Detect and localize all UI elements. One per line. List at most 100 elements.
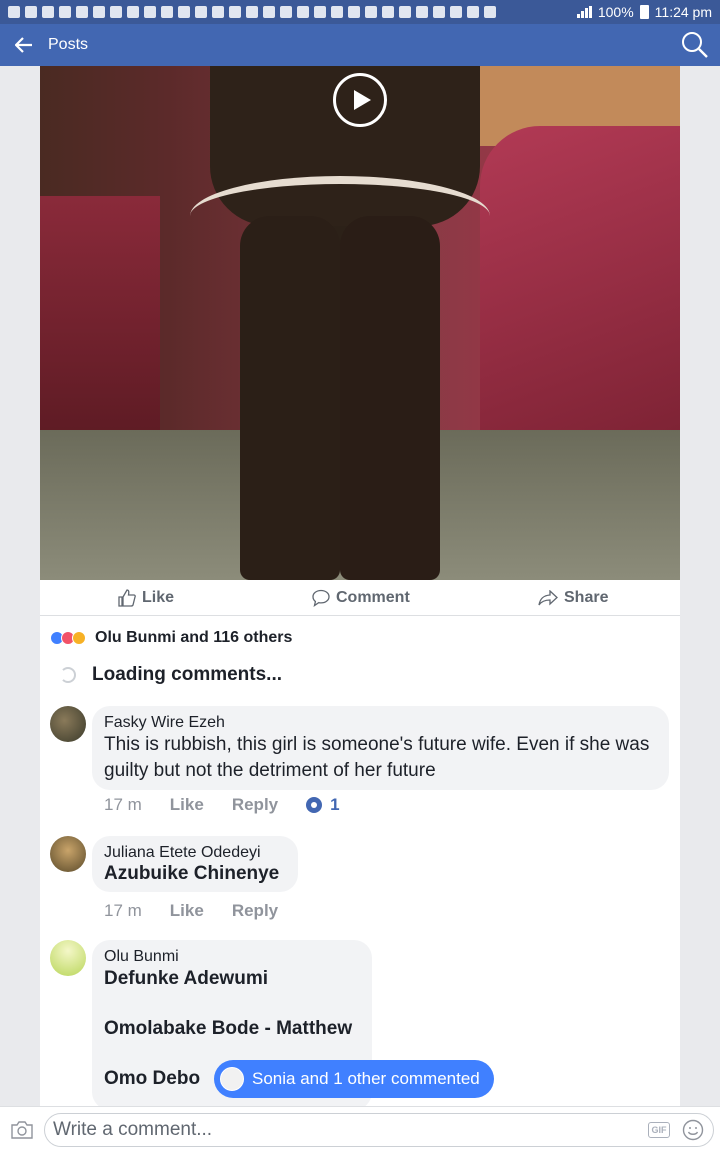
comment-author[interactable]: Fasky Wire Ezeh — [104, 714, 657, 732]
notification-icon — [144, 6, 156, 18]
status-bar: 100% 11:24 pm — [0, 0, 720, 24]
comment-bubble: Juliana Etete Odedeyi Azubuike Chinenye — [92, 836, 298, 892]
app-bar: Posts — [0, 24, 720, 66]
loading-text: Loading comments... — [92, 664, 283, 685]
camera-icon — [11, 1120, 33, 1139]
comment-author[interactable]: Olu Bunmi — [104, 948, 360, 966]
comment-reply-link[interactable]: Reply — [232, 795, 278, 815]
pill-text: Sonia and 1 other commented — [252, 1069, 480, 1088]
clock: 11:24 pm — [654, 4, 712, 20]
thumbs-up-icon — [118, 589, 136, 607]
comment-like-link[interactable]: Like — [170, 901, 204, 921]
search-icon — [682, 32, 708, 58]
comment-tag[interactable]: Omolabake Bode - Matthew — [104, 1016, 360, 1042]
comment-tag[interactable]: Azubuike Chinenye — [104, 862, 286, 886]
avatar[interactable] — [50, 706, 86, 742]
comment-author[interactable]: Juliana Etete Odedeyi — [104, 844, 286, 862]
comment-label: Comment — [336, 589, 410, 606]
loading-spinner-icon — [60, 667, 76, 683]
notification-icon — [331, 6, 343, 18]
notification-icon — [161, 6, 173, 18]
notification-icon — [280, 6, 292, 18]
comment-meta: 17 m Like Reply 1 — [104, 795, 340, 815]
notification-icon — [178, 6, 190, 18]
reactions-text: Olu Bunmi and 116 others — [95, 629, 293, 646]
comment-icon — [312, 589, 330, 607]
video-figure — [340, 216, 440, 580]
sad-reaction-icon — [72, 631, 86, 645]
battery-icon — [639, 5, 649, 19]
notification-icon — [76, 6, 88, 18]
comment-time: 17 m — [104, 795, 142, 814]
comment-item: Fasky Wire Ezeh This is rubbish, this gi… — [50, 706, 670, 816]
emoji-button[interactable] — [682, 1119, 704, 1141]
notification-icon — [195, 6, 207, 18]
notification-icon — [416, 6, 428, 18]
comment-bubble: Fasky Wire Ezeh This is rubbish, this gi… — [92, 706, 669, 790]
like-button[interactable]: Like — [118, 580, 174, 616]
new-comments-pill[interactable]: Sonia and 1 other commented — [214, 1060, 494, 1098]
comment-tag[interactable]: Defunke Adewumi — [104, 966, 360, 992]
comment-like-link[interactable]: Like — [170, 795, 204, 815]
notification-icon — [365, 6, 377, 18]
notification-icon — [433, 6, 445, 18]
notification-icon — [484, 6, 496, 18]
notification-icon — [59, 6, 71, 18]
share-button[interactable]: Share — [538, 580, 608, 616]
notification-icon — [297, 6, 309, 18]
notification-icon — [229, 6, 241, 18]
notification-icon — [348, 6, 360, 18]
comment-button[interactable]: Comment — [312, 580, 410, 616]
comment-meta: 17 m Like Reply — [104, 901, 306, 921]
share-icon — [538, 590, 558, 606]
gif-button[interactable]: GIF — [648, 1122, 670, 1138]
page-title: Posts — [48, 36, 89, 53]
notification-icon — [314, 6, 326, 18]
play-icon — [354, 90, 371, 110]
back-button[interactable] — [0, 24, 48, 66]
post-actions: Like Comment Share — [40, 580, 680, 616]
comment-input[interactable] — [44, 1113, 714, 1147]
notification-icon — [382, 6, 394, 18]
notification-icon — [246, 6, 258, 18]
notification-icon — [25, 6, 37, 18]
comment-item: Juliana Etete Odedeyi Azubuike Chinenye … — [50, 836, 670, 926]
status-right: 100% 11:24 pm — [576, 4, 712, 20]
comment-text: This is rubbish, this girl is someone's … — [104, 734, 650, 781]
avatar[interactable] — [50, 836, 86, 872]
search-button[interactable] — [680, 30, 710, 60]
signal-icon — [576, 6, 592, 18]
notification-icon — [8, 6, 20, 18]
comment-composer: GIF — [0, 1106, 720, 1152]
back-arrow-icon — [15, 37, 32, 53]
video-player[interactable] — [40, 66, 680, 580]
reactions-summary[interactable]: Olu Bunmi and 116 others — [50, 626, 292, 650]
notification-icons — [8, 6, 577, 18]
notification-icon — [127, 6, 139, 18]
video-figure — [240, 216, 340, 580]
smiley-icon — [682, 1119, 704, 1141]
comment-reply-link[interactable]: Reply — [232, 901, 278, 921]
comment-like-count[interactable]: 1 — [306, 795, 340, 815]
avatar — [220, 1067, 244, 1091]
notification-icon — [93, 6, 105, 18]
comment-time: 17 m — [104, 901, 142, 920]
reaction-icons — [50, 631, 86, 645]
post-card: Like Comment Share Olu Bunmi and 116 oth… — [40, 66, 680, 1106]
notification-icon — [263, 6, 275, 18]
video-background — [40, 196, 160, 456]
play-button[interactable] — [333, 73, 387, 127]
avatar[interactable] — [50, 940, 86, 976]
battery-percent: 100% — [597, 4, 634, 20]
notification-icon — [42, 6, 54, 18]
share-label: Share — [564, 589, 609, 606]
camera-button[interactable] — [0, 1107, 44, 1152]
notification-icon — [467, 6, 479, 18]
notification-icon — [212, 6, 224, 18]
notification-icon — [450, 6, 462, 18]
notification-icon — [110, 6, 122, 18]
notification-icon — [399, 6, 411, 18]
like-count: 1 — [330, 795, 340, 814]
like-reaction-icon — [306, 797, 323, 813]
loading-comments[interactable]: Loading comments... — [60, 664, 282, 686]
